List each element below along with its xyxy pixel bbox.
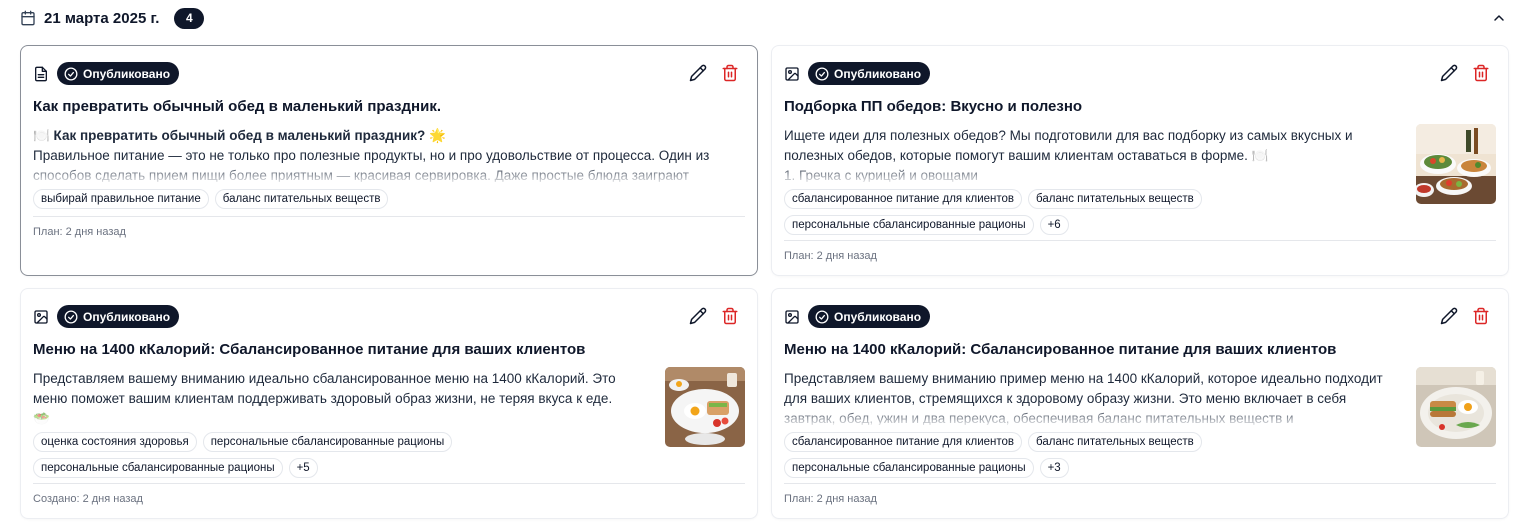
image-icon <box>34 309 48 324</box>
post-title: Подборка ПП обедов: Вкусно и полезно <box>784 98 1083 115</box>
edit-icon[interactable] <box>1440 64 1458 82</box>
post-excerpt-line: 1. Гречка с курицей и овощами <box>784 168 978 182</box>
food-bowls-image <box>1416 124 1496 204</box>
breakfast-plate-image <box>665 367 745 447</box>
post-excerpt-line: Правильное питание — это не только про п… <box>33 148 710 163</box>
post-card[interactable]: Опубликовано Меню на 1400 кКалорий: Сбал… <box>771 288 1509 519</box>
post-title: Как превратить обычный обед в маленький … <box>33 98 441 115</box>
status-label: Опубликовано <box>83 309 171 324</box>
post-card[interactable]: Опубликовано Как превратить обычный обед… <box>20 45 758 276</box>
delete-icon[interactable] <box>721 307 739 325</box>
check-circle-icon <box>64 67 78 80</box>
post-thumbnail[interactable] <box>665 367 745 447</box>
post-footer-date: План: 2 дня назад <box>33 226 126 238</box>
tag[interactable]: персональные сбалансированные рационы <box>784 458 1034 478</box>
post-excerpt-line: способов сделать прием пищи более приятн… <box>33 168 689 182</box>
image-icon <box>785 309 799 324</box>
status-badge: Опубликовано <box>57 305 180 328</box>
post-excerpt-line: Представляем вашему вниманию пример меню… <box>784 371 1383 386</box>
post-excerpt-line: для ваших клиентов, стремящихся к здоров… <box>784 391 1347 406</box>
post-excerpt-line: завтрак, обед, ужин и два перекуса, обес… <box>784 411 1294 425</box>
status-badge: Опубликовано <box>808 305 931 328</box>
post-footer-date: План: 2 дня назад <box>784 493 877 505</box>
more-tags-badge[interactable]: +3 <box>1039 458 1069 478</box>
post-thumbnail[interactable] <box>1416 124 1496 204</box>
tag[interactable]: сбалансированное питание для клиентов <box>784 432 1023 452</box>
post-excerpt: Представляем вашему вниманию пример меню… <box>784 369 1409 425</box>
post-title: Меню на 1400 кКалорий: Сбалансированное … <box>784 341 1337 358</box>
group-date: 21 марта 2025 г. <box>44 9 160 27</box>
status-badge: Опубликовано <box>808 62 931 85</box>
tag[interactable]: оценка состояния здоровья <box>33 432 197 452</box>
divider <box>784 483 1496 484</box>
tag-list: сбалансированное питание для клиентов ба… <box>784 189 1404 235</box>
divider <box>33 483 745 484</box>
post-excerpt-line: полезных обедов, которые помогут вашим к… <box>784 148 1269 163</box>
edit-icon[interactable] <box>689 307 707 325</box>
post-excerpt-line: Ищете идеи для полезных обедов? Мы подго… <box>784 128 1353 143</box>
post-thumbnail[interactable] <box>1416 367 1496 447</box>
post-footer-date: Создано: 2 дня назад <box>33 493 143 505</box>
post-title: Меню на 1400 кКалорий: Сбалансированное … <box>33 341 586 358</box>
tag[interactable]: персональные сбалансированные рационы <box>33 458 283 478</box>
more-tags-badge[interactable]: +6 <box>1039 215 1069 235</box>
status-label: Опубликовано <box>834 309 922 324</box>
tag[interactable]: выбирай правильное питание <box>33 189 209 209</box>
check-circle-icon <box>815 67 829 80</box>
post-card[interactable]: Опубликовано Подборка ПП обедов: Вкусно … <box>771 45 1509 276</box>
edit-icon[interactable] <box>1440 307 1458 325</box>
chevron-up-icon[interactable] <box>1491 10 1507 26</box>
delete-icon[interactable] <box>1472 307 1490 325</box>
delete-icon[interactable] <box>1472 64 1490 82</box>
divider <box>33 216 745 217</box>
image-icon <box>785 66 799 81</box>
status-badge: Опубликовано <box>57 62 180 85</box>
tag-list: выбирай правильное питание баланс питате… <box>33 189 389 209</box>
post-excerpt: 🍽️ Как превратить обычный обед в маленьк… <box>33 126 745 182</box>
post-lead: 🍽️ Как превратить обычный обед в маленьк… <box>33 128 446 143</box>
more-tags-badge[interactable]: +5 <box>288 458 318 478</box>
group-count-badge: 4 <box>174 7 205 29</box>
post-excerpt: Представляем вашему вниманию идеально сб… <box>33 369 653 425</box>
document-icon <box>35 66 47 81</box>
status-label: Опубликовано <box>83 66 171 81</box>
post-excerpt-line: 🥗 <box>33 411 50 425</box>
divider <box>784 240 1496 241</box>
sandwich-plate-image <box>1416 367 1496 447</box>
tag[interactable]: баланс питательных веществ <box>1028 189 1202 209</box>
tag[interactable]: персональные сбалансированные рационы <box>202 432 453 452</box>
delete-icon[interactable] <box>721 64 739 82</box>
calendar-icon <box>21 10 35 26</box>
tag[interactable]: сбалансированное питание для клиентов <box>784 189 1023 209</box>
post-excerpt: Ищете идеи для полезных обедов? Мы подго… <box>784 126 1404 182</box>
post-excerpt-line: меню поможет вашим клиентам поддерживать… <box>33 391 613 406</box>
post-card[interactable]: Опубликовано Меню на 1400 кКалорий: Сбал… <box>20 288 758 519</box>
tag[interactable]: персональные сбалансированные рационы <box>784 215 1034 235</box>
check-circle-icon <box>815 310 829 323</box>
tag[interactable]: баланс питательных веществ <box>1028 432 1202 452</box>
tag-list: сбалансированное питание для клиентов ба… <box>784 432 1404 478</box>
post-footer-date: План: 2 дня назад <box>784 250 877 262</box>
edit-icon[interactable] <box>689 64 707 82</box>
tag[interactable]: баланс питательных веществ <box>214 189 389 209</box>
tag-list: оценка состояния здоровья персональные с… <box>33 432 653 478</box>
check-circle-icon <box>64 310 78 323</box>
post-excerpt-line: Представляем вашему вниманию идеально сб… <box>33 371 616 386</box>
date-group-header: 21 марта 2025 г. 4 <box>20 6 1513 30</box>
status-label: Опубликовано <box>834 66 922 81</box>
